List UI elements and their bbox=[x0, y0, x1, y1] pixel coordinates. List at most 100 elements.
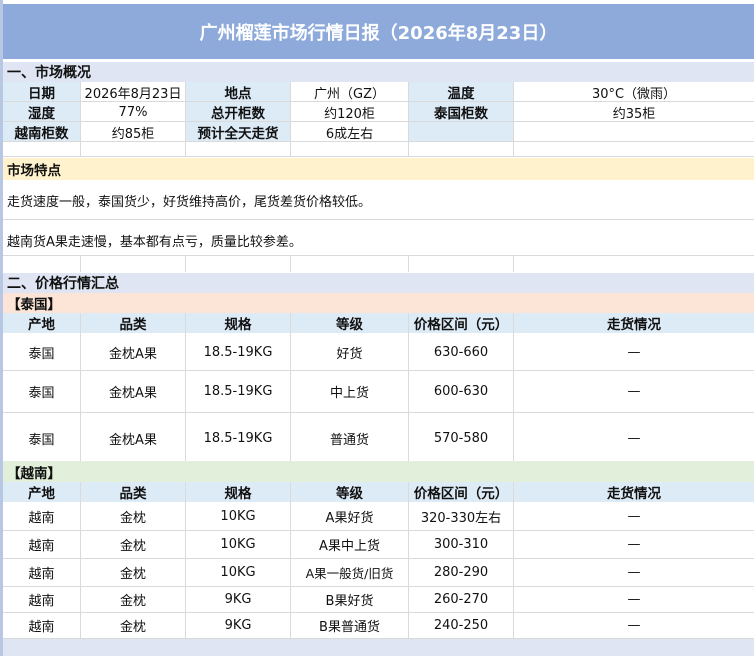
total-containers-value: 约120柜 bbox=[324, 106, 375, 122]
vn-r1-spec: 10KG bbox=[220, 508, 256, 524]
overview-section-title: 一、市场概况 bbox=[3, 62, 754, 82]
vn-r1-category: 金枕 bbox=[119, 510, 146, 526]
gridline bbox=[408, 313, 409, 461]
thai-r1-origin: 泰国 bbox=[28, 346, 55, 362]
header-grade: 等级 bbox=[336, 317, 363, 333]
thai-r1-category: 金枕A果 bbox=[109, 346, 157, 362]
header-origin: 产地 bbox=[28, 317, 55, 333]
vietnam-containers-value: 约85柜 bbox=[111, 126, 155, 142]
gridline bbox=[3, 121, 754, 122]
vn-r3-origin: 越南 bbox=[28, 566, 55, 582]
vn-r2-category: 金枕 bbox=[119, 538, 146, 554]
vn-r3-spec: 10KG bbox=[220, 564, 256, 580]
gridline bbox=[3, 156, 754, 157]
vn-r5-status: — bbox=[627, 617, 641, 633]
thai-r1-grade: 好货 bbox=[336, 346, 363, 362]
vietnam-table-header: 产地 品类 规格 等级 价格区间（元） 走货情况 bbox=[3, 482, 754, 502]
vn-r2-origin: 越南 bbox=[28, 538, 55, 554]
thai-r1-status: — bbox=[627, 344, 641, 360]
vn-r3-status: — bbox=[627, 564, 641, 580]
vn-r2-spec: 10KG bbox=[220, 536, 256, 552]
gridline bbox=[290, 482, 291, 656]
temperature-label: 温度 bbox=[409, 82, 513, 102]
thai-r2-spec: 18.5-19KG bbox=[203, 383, 273, 399]
vn-r2-grade: A果中上货 bbox=[319, 538, 380, 554]
header-sales-status: 走货情况 bbox=[607, 317, 661, 333]
gridline bbox=[3, 255, 754, 256]
thai-containers-label: 泰国柜数 bbox=[409, 102, 513, 122]
gridline bbox=[408, 256, 409, 272]
market-features-title: 市场特点 bbox=[3, 158, 754, 180]
gridline bbox=[80, 313, 81, 461]
expected-sales-label: 预计全天走货 bbox=[186, 122, 290, 142]
header-price-range: 价格区间（元） bbox=[413, 486, 509, 502]
gridline bbox=[408, 482, 409, 656]
vn-r5-price: 240-250 bbox=[433, 617, 489, 633]
gridline bbox=[290, 82, 291, 157]
gridline bbox=[185, 482, 186, 656]
header-sales-status: 走货情况 bbox=[607, 486, 661, 502]
gridline bbox=[513, 82, 514, 157]
gridline bbox=[185, 82, 186, 157]
vn-r2-price: 300-310 bbox=[433, 536, 489, 552]
vn-r4-category: 金枕 bbox=[119, 593, 146, 609]
thailand-table-header: 产地 品类 规格 等级 价格区间（元） 走货情况 bbox=[3, 313, 754, 333]
header-spec: 规格 bbox=[224, 317, 252, 333]
location-label: 地点 bbox=[186, 82, 290, 102]
total-containers-label: 总开柜数 bbox=[186, 102, 290, 122]
gridline bbox=[3, 530, 754, 531]
vn-r3-category: 金枕 bbox=[119, 566, 146, 582]
date-value: 2026年8月23日 bbox=[84, 86, 182, 102]
vn-r4-grade: B果好货 bbox=[325, 593, 374, 609]
gridline bbox=[185, 313, 186, 461]
bottom-strip bbox=[3, 639, 754, 656]
header-grade: 等级 bbox=[336, 486, 363, 502]
prices-section-title: 二、价格行情汇总 bbox=[3, 273, 754, 293]
gridline bbox=[3, 141, 754, 142]
thai-containers-value: 约35柜 bbox=[612, 106, 656, 122]
location-value: 广州（GZ） bbox=[314, 86, 385, 102]
vn-r3-price: 280-290 bbox=[433, 564, 489, 580]
gridline bbox=[290, 256, 291, 272]
vn-r3-grade: A果一般货/旧货 bbox=[305, 565, 394, 581]
vn-r5-origin: 越南 bbox=[28, 619, 55, 635]
thai-r1-price: 630-660 bbox=[433, 344, 489, 360]
gridline bbox=[3, 558, 754, 559]
gridline bbox=[3, 370, 754, 371]
gridline bbox=[3, 219, 754, 220]
vn-r5-spec: 9KG bbox=[224, 617, 252, 633]
report-title: 广州榴莲市场行情日报（2026年8月23日） bbox=[3, 4, 754, 59]
gridline bbox=[185, 256, 186, 272]
gridline bbox=[408, 82, 409, 157]
overview-empty-value bbox=[514, 122, 754, 142]
vn-r1-grade: A果好货 bbox=[325, 510, 374, 526]
thai-r3-status: — bbox=[627, 430, 641, 446]
humidity-value: 77% bbox=[118, 104, 148, 120]
header-origin: 产地 bbox=[28, 486, 55, 502]
vn-r5-grade: B果普通货 bbox=[319, 619, 380, 635]
gridline bbox=[3, 412, 754, 413]
gridline bbox=[513, 256, 514, 272]
thai-r3-grade: 普通货 bbox=[329, 432, 369, 448]
header-category: 品类 bbox=[119, 317, 147, 333]
overview-empty-label bbox=[409, 122, 513, 142]
thai-r3-spec: 18.5-19KG bbox=[203, 430, 273, 446]
vn-r4-status: — bbox=[627, 591, 641, 607]
thailand-group-title: 【泰国】 bbox=[3, 293, 754, 313]
thai-r2-grade: 中上货 bbox=[329, 385, 369, 401]
temperature-value: 30°C（微雨） bbox=[591, 86, 677, 102]
thai-r2-price: 600-630 bbox=[433, 383, 489, 399]
humidity-label: 湿度 bbox=[3, 102, 80, 122]
header-price-range: 价格区间（元） bbox=[413, 317, 509, 333]
thai-r2-category: 金枕A果 bbox=[109, 385, 157, 401]
gridline bbox=[513, 313, 514, 461]
gridline bbox=[3, 612, 754, 613]
thai-r1-spec: 18.5-19KG bbox=[203, 344, 273, 360]
date-label: 日期 bbox=[3, 82, 80, 102]
expected-sales-value: 6成左右 bbox=[325, 126, 374, 142]
gridline bbox=[290, 313, 291, 461]
gridline bbox=[80, 256, 81, 272]
vn-r1-origin: 越南 bbox=[28, 510, 55, 526]
vn-r1-status: — bbox=[627, 508, 641, 524]
thai-r3-category: 金枕A果 bbox=[109, 432, 157, 448]
